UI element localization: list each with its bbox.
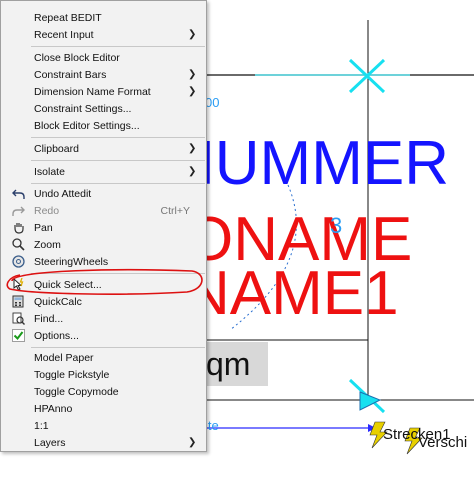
menu-item-toggle-copymode[interactable]: Toggle Copymode	[1, 383, 206, 400]
dimension-label-00: 00	[205, 95, 220, 110]
menu-item-scale-1-1[interactable]: 1:1	[1, 417, 206, 434]
menu-item-redo[interactable]: Redo Ctrl+Y	[1, 202, 206, 219]
menu-separator	[31, 183, 205, 184]
submenu-arrow-icon: ❯	[188, 143, 197, 154]
menu-item-close-block-editor[interactable]: Close Block Editor	[1, 49, 206, 66]
menu-item-isolate[interactable]: Isolate ❯	[1, 163, 206, 180]
menu-separator	[31, 347, 205, 348]
quick-select-highlight-annotation	[6, 268, 203, 295]
checkmark-icon	[11, 329, 25, 343]
attribute-text-name1[interactable]: NAME1	[185, 263, 399, 325]
redo-icon	[11, 204, 25, 218]
submenu-arrow-icon: ❯	[188, 29, 197, 40]
menu-item-find[interactable]: Find...	[1, 310, 206, 327]
menu-item-layers[interactable]: Layers ❯	[1, 434, 206, 451]
calculator-icon	[11, 295, 25, 309]
menu-item-constraint-bars[interactable]: Constraint Bars ❯	[1, 66, 206, 83]
menu-item-quickcalc[interactable]: QuickCalc	[1, 293, 206, 310]
context-menu: Repeat BEDIT Recent Input ❯ Close Block E…	[0, 0, 207, 452]
submenu-arrow-icon: ❯	[188, 166, 197, 177]
parameter-label-verschieben[interactable]: Verschi	[418, 434, 467, 451]
find-icon	[11, 312, 25, 326]
menu-item-dimension-name-format[interactable]: Dimension Name Format ❯	[1, 83, 206, 100]
undo-icon	[11, 187, 25, 201]
menu-item-undo[interactable]: Undo Attedit	[1, 185, 206, 202]
pan-icon	[11, 221, 25, 235]
menu-item-recent-input[interactable]: Recent Input ❯	[1, 26, 206, 43]
submenu-arrow-icon: ❯	[188, 86, 197, 97]
submenu-arrow-icon: ❯	[188, 69, 197, 80]
menu-separator	[31, 46, 205, 47]
menu-item-zoom[interactable]: Zoom	[1, 236, 206, 253]
attribute-text-nummer[interactable]: HUMMER	[170, 133, 449, 195]
dimension-label-3: 3	[330, 213, 343, 238]
menu-separator	[31, 160, 205, 161]
dimension-label-ite: ite	[205, 418, 219, 433]
menu-item-model-paper[interactable]: Model Paper	[1, 349, 206, 366]
menu-item-toggle-pickstyle[interactable]: Toggle Pickstyle	[1, 366, 206, 383]
zoom-icon	[11, 238, 25, 252]
menu-separator	[31, 137, 205, 138]
menu-item-clipboard[interactable]: Clipboard ❯	[1, 140, 206, 157]
attribute-text-qm[interactable]: qm	[200, 342, 268, 386]
menu-item-constraint-settings[interactable]: Constraint Settings...	[1, 100, 206, 117]
shortcut-label: Ctrl+Y	[160, 204, 190, 217]
menu-item-pan[interactable]: Pan	[1, 219, 206, 236]
menu-item-repeat-bedit[interactable]: Repeat BEDIT	[1, 9, 206, 26]
menu-item-hpanno[interactable]: HPAnno	[1, 400, 206, 417]
menu-item-options[interactable]: Options...	[1, 327, 206, 344]
menu-item-block-editor-settings[interactable]: Block Editor Settings...	[1, 117, 206, 134]
submenu-arrow-icon: ❯	[188, 437, 197, 448]
